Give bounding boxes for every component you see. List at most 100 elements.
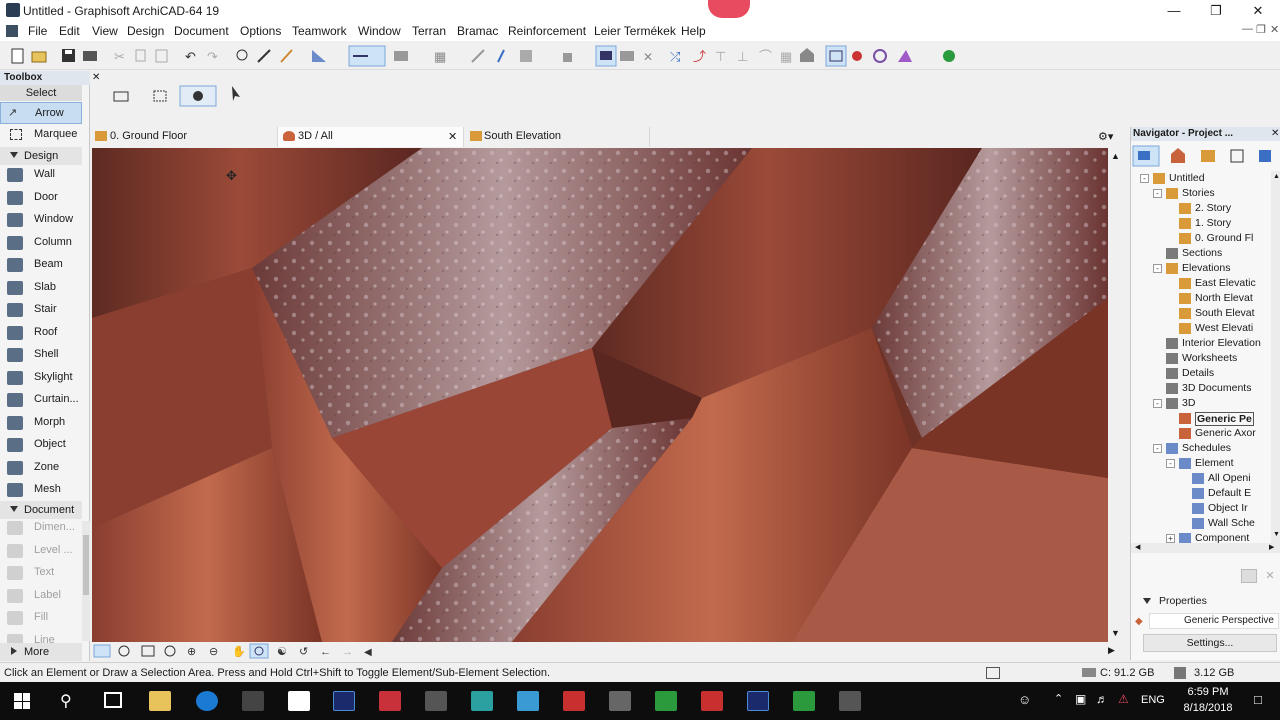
nav-tree-item[interactable]: Sections <box>1131 246 1271 261</box>
mdi-close-button[interactable]: ✕ <box>1270 23 1279 36</box>
stretch-icon[interactable]: ⊥ <box>737 49 748 64</box>
menu-help[interactable]: Help <box>681 24 706 38</box>
tool-label[interactable]: Label <box>0 585 82 607</box>
zoom-window-icon[interactable] <box>118 645 130 657</box>
paste-icon[interactable] <box>155 49 168 63</box>
menu-terran[interactable]: Terran <box>412 24 446 38</box>
new-file-icon[interactable] <box>11 48 24 64</box>
mail-icon[interactable] <box>288 691 310 711</box>
collapse-toggle-icon[interactable]: - <box>1153 399 1162 408</box>
rotate-icon[interactable]: ⤮ <box>670 49 681 64</box>
nav-tree-item[interactable]: South Elevat <box>1131 306 1271 321</box>
layout-view-icon[interactable] <box>93 644 111 658</box>
syringe-icon[interactable] <box>280 49 293 63</box>
design-options-icon[interactable] <box>898 50 912 62</box>
orbit-icon[interactable] <box>249 643 269 659</box>
nav-tree-item[interactable]: Generic Pe <box>1131 411 1271 426</box>
nav-tree-item[interactable]: Interior Elevation <box>1131 336 1271 351</box>
organizer-icon[interactable] <box>1259 150 1271 162</box>
photoshop-2-icon[interactable] <box>747 691 769 711</box>
open-file-icon[interactable] <box>31 51 47 63</box>
tool-column[interactable]: Column <box>0 232 82 254</box>
task-view-icon[interactable] <box>104 692 122 708</box>
delete-view-icon[interactable]: ✕ <box>1262 569 1278 583</box>
layers-icon[interactable] <box>595 45 617 67</box>
home-view-icon[interactable] <box>800 48 814 62</box>
scroll-up-icon[interactable]: ▲ <box>1111 151 1120 161</box>
mdi-minimize-button[interactable]: — <box>1242 23 1253 35</box>
camtasia-2-icon[interactable] <box>793 691 815 711</box>
menu-view[interactable]: View <box>92 24 118 38</box>
undo-icon[interactable]: ↶ <box>185 49 196 64</box>
menu-teamwork[interactable]: Teamwork <box>292 24 347 38</box>
publisher-icon[interactable] <box>1230 149 1244 163</box>
tool-fill[interactable]: Fill <box>0 607 82 629</box>
collapse-toggle-icon[interactable]: - <box>1166 459 1175 468</box>
pan-icon[interactable]: ✋ <box>232 645 246 658</box>
close-window-button[interactable]: ✕ <box>1236 0 1280 21</box>
scroll-left-icon[interactable]: ◀ <box>364 647 372 658</box>
nav-tree-item[interactable]: Object Ir <box>1131 501 1271 516</box>
copy-icon[interactable] <box>135 49 146 62</box>
toolbox-scrollbar[interactable] <box>82 521 90 641</box>
archicad-taskbar-icon[interactable] <box>425 691 447 711</box>
nav-tree-item[interactable]: - Stories <box>1131 186 1271 201</box>
fit-window-icon[interactable] <box>141 645 155 657</box>
tab-south-elevation[interactable]: South Elevation <box>464 127 650 147</box>
nav-tree-item[interactable]: Wall Sche <box>1131 516 1271 531</box>
app-3-icon[interactable] <box>471 691 493 711</box>
find-select-icon[interactable] <box>236 49 248 61</box>
collapse-toggle-icon[interactable]: - <box>1153 444 1162 453</box>
memory-monitor-icon[interactable] <box>986 667 1000 679</box>
previous-view-icon[interactable]: ↺ <box>299 646 308 658</box>
nav-tree-item[interactable]: All Openi <box>1131 471 1271 486</box>
nav-tree-item[interactable]: 0. Ground Fl <box>1131 231 1271 246</box>
tool-slab[interactable]: Slab <box>0 277 82 299</box>
model-filter-icon[interactable] <box>873 49 887 63</box>
render-icon[interactable] <box>852 51 862 61</box>
viewport-vertical-scrollbar[interactable]: ▲ ▼ <box>1108 148 1122 642</box>
tab-options-gear-icon[interactable]: ⚙▾ <box>1098 130 1113 143</box>
offset-icon[interactable]: ⤴ <box>693 49 706 64</box>
nav-tree-item[interactable]: - Untitled <box>1131 171 1271 186</box>
split-icon[interactable]: ▦ <box>780 49 792 64</box>
save-icon[interactable] <box>62 49 75 62</box>
tool-roof[interactable]: Roof <box>0 322 82 344</box>
security-icon[interactable]: ⚠ <box>1118 692 1129 706</box>
cancel-trace-icon[interactable]: ✕ <box>643 50 653 64</box>
nav-tree-item[interactable]: 1. Story <box>1131 216 1271 231</box>
trace-icon[interactable] <box>620 51 634 61</box>
collapse-toggle-icon[interactable]: - <box>1140 174 1149 183</box>
nav-tree-item[interactable]: -3D <box>1131 396 1271 411</box>
camtasia-icon[interactable] <box>655 691 677 711</box>
tool-beam[interactable]: Beam <box>0 254 82 276</box>
design-section-header[interactable]: Design <box>0 147 82 165</box>
tool-level[interactable]: Level ... <box>0 540 82 562</box>
scroll-right-icon[interactable]: ▶ <box>1108 645 1115 656</box>
tool-object[interactable]: Object <box>0 434 82 456</box>
tab-ground-floor[interactable]: 0. Ground Floor <box>92 127 278 147</box>
tab-3d-all[interactable]: 3D / All ✕ <box>278 127 464 147</box>
edge-browser-icon[interactable] <box>196 691 218 711</box>
nav-tree-item[interactable]: 2. Story <box>1131 201 1271 216</box>
menu-reinforcement[interactable]: Reinforcement <box>508 24 586 38</box>
nav-tree-item[interactable]: - Element <box>1131 456 1271 471</box>
pdf-icon[interactable] <box>701 691 723 711</box>
drag-icon[interactable]: ⊤ <box>715 49 726 64</box>
more-section-header[interactable]: More <box>0 643 82 661</box>
rectangle-selection-icon[interactable] <box>153 90 167 102</box>
tray-chevron-icon[interactable]: ⌃ <box>1054 692 1063 705</box>
layout-book-icon[interactable] <box>1201 150 1215 162</box>
language-indicator[interactable]: ENG <box>1141 694 1165 706</box>
nav-tree-item[interactable]: + Component <box>1131 531 1271 543</box>
menu-design[interactable]: Design <box>127 24 164 38</box>
view-forward-icon[interactable]: → <box>342 646 353 658</box>
tool-door[interactable]: Door <box>0 187 82 209</box>
settings-gear-icon[interactable] <box>609 691 631 711</box>
tool-zone[interactable]: Zone <box>0 457 82 479</box>
zoom-in-icon[interactable]: ⊕ <box>187 646 196 658</box>
view-map-icon[interactable] <box>1171 148 1185 163</box>
quick-selection-icon[interactable] <box>113 91 129 102</box>
minimize-button[interactable]: — <box>1152 0 1196 21</box>
windows-start-icon[interactable] <box>14 693 30 709</box>
